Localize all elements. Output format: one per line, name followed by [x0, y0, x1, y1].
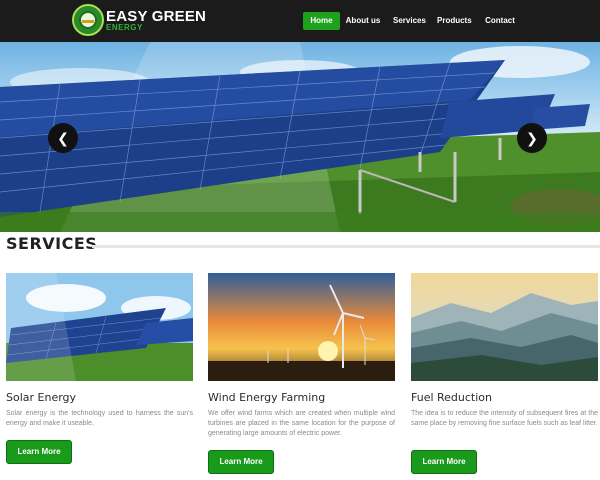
solar-energy-description: Solar energy is the technology used to h…	[6, 410, 193, 427]
fuel-reduction-title: Fuel Reduction	[411, 391, 493, 404]
slider-next-button[interactable]: ❯	[517, 123, 547, 153]
logo-icon[interactable]	[72, 4, 104, 36]
fuel-reduction-image	[411, 273, 598, 381]
wind-energy-learn-more-button[interactable]: Learn More	[208, 450, 274, 474]
slider-prev-button[interactable]: ❮	[48, 123, 78, 153]
hero-slider: ❮ ❯	[0, 42, 600, 232]
nav-about-us[interactable]: About us	[345, 12, 381, 30]
services-divider	[92, 245, 600, 248]
brand-tagline: ENERGY	[106, 23, 143, 32]
wind-energy-image	[208, 273, 395, 381]
solar-energy-title: Solar Energy	[6, 391, 77, 404]
nav-products[interactable]: Products	[437, 12, 472, 30]
solar-energy-learn-more-button[interactable]: Learn More	[6, 440, 72, 464]
nav-services[interactable]: Services	[393, 12, 426, 30]
nav-home[interactable]: Home	[303, 12, 340, 30]
wind-energy-title: Wind Energy Farming	[208, 391, 326, 404]
fuel-reduction-learn-more-button[interactable]: Learn More	[411, 450, 477, 474]
fuel-reduction-description: The idea is to reduce the intensity of s…	[411, 410, 598, 427]
navbar: EASY GREEN ENERGY Home About us Services…	[0, 0, 600, 42]
hero-image	[0, 42, 600, 232]
wind-energy-description: We offer wind farms which are created wh…	[208, 410, 395, 437]
solar-energy-image	[6, 273, 193, 381]
services-heading: SERVICES	[6, 234, 98, 253]
nav-contact[interactable]: Contact	[484, 12, 516, 30]
